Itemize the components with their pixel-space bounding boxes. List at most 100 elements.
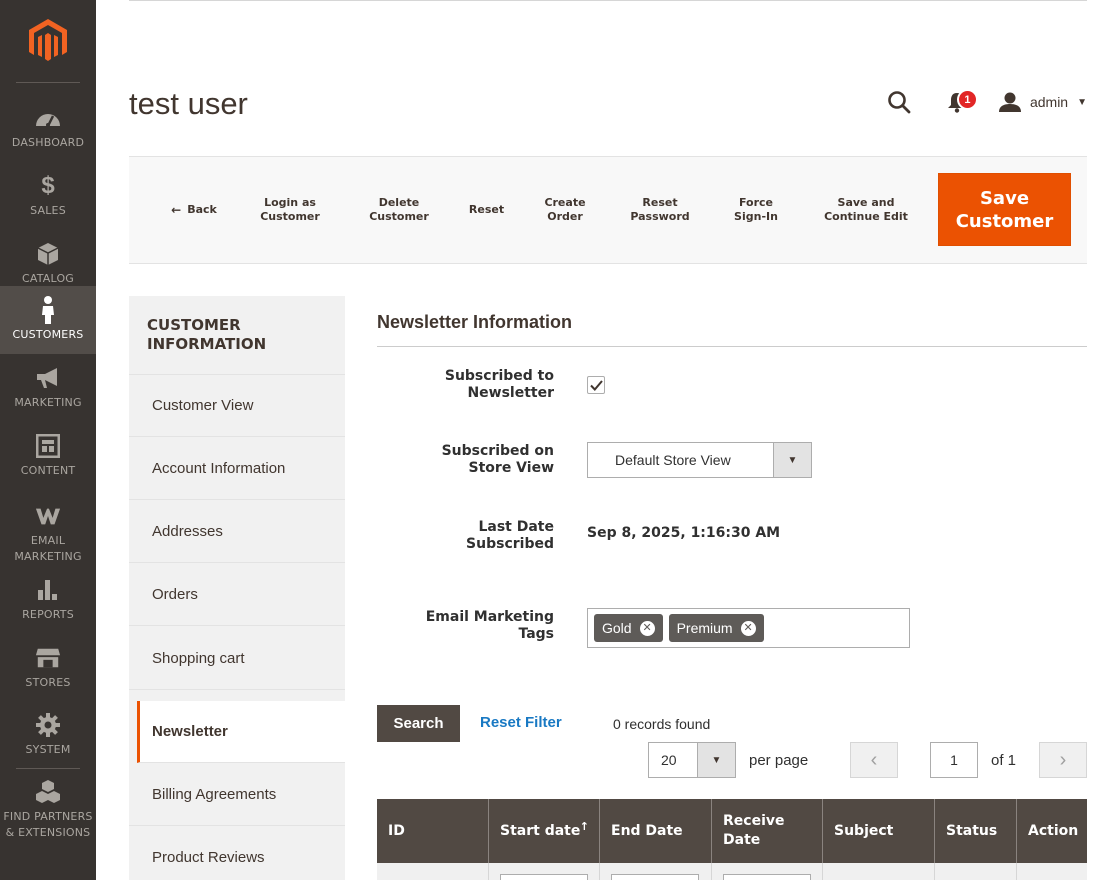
global-search-button[interactable]: [883, 86, 915, 118]
menu-item-customers[interactable]: CUSTOMERS: [0, 286, 96, 354]
cubes-icon: [35, 779, 61, 805]
tab-orders[interactable]: Orders: [129, 564, 345, 626]
last-date-label: Last Date Subscribed: [466, 519, 554, 552]
section-title: Newsletter Information: [377, 312, 573, 332]
arrow-left-icon: ←: [171, 203, 182, 217]
menu-item-find-partners[interactable]: FIND PARTNERS & EXTENSIONS: [0, 776, 96, 844]
filter-cell: [823, 863, 935, 880]
notifications-button[interactable]: 1: [941, 86, 978, 118]
tab-customer-view[interactable]: Customer View: [129, 375, 345, 437]
per-page-label: per page: [749, 752, 809, 769]
tab-billing-agreements[interactable]: Billing Agreements: [129, 764, 345, 826]
menu-item-label: REPORTS: [22, 608, 74, 621]
tab-newsletter[interactable]: Newsletter: [137, 701, 345, 763]
receive-date-filter-input[interactable]: [723, 874, 811, 880]
menu-item-marketing[interactable]: MARKETING: [0, 354, 96, 422]
previous-page-button[interactable]: ‹: [850, 742, 898, 778]
customer-info-tabs: CUSTOMER INFORMATION Customer View Accou…: [129, 296, 345, 880]
menu-item-content[interactable]: CONTENT: [0, 422, 96, 490]
login-as-customer-button[interactable]: Login as Customer: [244, 157, 336, 263]
filter-cell: [489, 863, 600, 880]
subscribed-checkbox[interactable]: [587, 376, 605, 394]
store-icon: [35, 645, 61, 671]
chevron-down-icon: ▼: [773, 443, 811, 477]
grid-filter-row: [377, 863, 1087, 880]
chevron-down-icon: ▼: [697, 743, 735, 777]
tab-addresses[interactable]: Addresses: [129, 501, 345, 563]
filter-cell: [600, 863, 712, 880]
column-header-end-date[interactable]: End Date: [600, 799, 712, 863]
reset-password-button[interactable]: Reset Password: [619, 157, 701, 263]
column-header-receive-date[interactable]: Receive Date: [712, 799, 823, 863]
create-order-button[interactable]: Create Order: [532, 157, 598, 263]
chevron-left-icon: ‹: [870, 748, 878, 771]
dashboard-icon: [35, 105, 61, 131]
admin-user-menu[interactable]: admin ▼: [998, 92, 1087, 112]
bar-chart-icon: [35, 577, 61, 603]
start-date-filter-input[interactable]: [500, 874, 588, 880]
column-header-id[interactable]: ID: [377, 799, 489, 863]
end-date-filter-input[interactable]: [611, 874, 699, 880]
menu-item-stores[interactable]: STORES: [0, 634, 96, 702]
filter-cell: [935, 863, 1017, 880]
tab-product-reviews[interactable]: Product Reviews: [129, 827, 345, 880]
force-sign-in-button[interactable]: Force Sign-In: [721, 157, 791, 263]
gear-icon: [35, 712, 61, 738]
menu-item-reports[interactable]: REPORTS: [0, 566, 96, 634]
tab-account-information[interactable]: Account Information: [129, 438, 345, 500]
menu-item-label: CUSTOMERS: [12, 328, 84, 341]
admin-user-name: admin: [1029, 94, 1069, 110]
menu-divider: [16, 768, 80, 769]
tag-chip: Gold ✕: [594, 614, 663, 642]
menu-item-label: CATALOG: [21, 272, 75, 285]
person-icon: [35, 296, 61, 324]
remove-tag-icon[interactable]: ✕: [740, 620, 756, 636]
remove-tag-icon[interactable]: ✕: [639, 620, 655, 636]
box-icon: [35, 241, 61, 267]
section-divider: [377, 346, 1087, 347]
menu-item-label: SALES: [30, 204, 66, 217]
email-marketing-icon: [35, 503, 61, 529]
store-view-value: Default Store View: [615, 452, 731, 468]
reset-filter-link[interactable]: Reset Filter: [480, 714, 562, 731]
tags-label: Email Marketing Tags: [425, 609, 554, 642]
delete-customer-button[interactable]: Delete Customer: [354, 157, 444, 263]
next-page-button[interactable]: ›: [1039, 742, 1087, 778]
column-header-label: Start date: [500, 822, 581, 839]
tabs-title: CUSTOMER INFORMATION: [147, 316, 267, 353]
magento-logo-icon: [29, 19, 67, 61]
per-page-select[interactable]: 20 ▼: [648, 742, 736, 778]
menu-item-label: SYSTEM: [25, 743, 71, 756]
layout-icon: [35, 433, 61, 459]
menu-item-label: STORES: [25, 676, 71, 689]
grid-header-row: ID Start date ↑ End Date Receive Date Su…: [377, 799, 1087, 863]
save-customer-button[interactable]: Save Customer: [938, 173, 1071, 246]
notifications-count-badge: 1: [956, 89, 978, 110]
chevron-down-icon: ▼: [1077, 96, 1087, 108]
menu-item-email-marketing[interactable]: EMAIL MARKETING: [0, 500, 96, 568]
back-button[interactable]: ← Back: [159, 157, 229, 263]
header-actions: 1 admin ▼: [883, 86, 1087, 118]
store-view-select[interactable]: Default Store View ▼: [587, 442, 812, 478]
save-and-continue-button[interactable]: Save and Continue Edit: [811, 157, 921, 263]
menu-item-dashboard[interactable]: DASHBOARD: [0, 94, 96, 162]
page-number-input[interactable]: 1: [930, 742, 978, 778]
subscribed-label: Subscribed to Newsletter: [444, 368, 554, 401]
column-header-start-date[interactable]: Start date ↑: [489, 799, 600, 863]
checkmark-icon: [589, 379, 603, 391]
user-icon: [998, 92, 1021, 112]
back-label: Back: [187, 203, 217, 216]
store-view-label: Subscribed on Store View: [441, 443, 554, 476]
last-date-value: Sep 8, 2025, 1:16:30 AM: [587, 525, 781, 541]
menu-item-system[interactable]: SYSTEM: [0, 701, 96, 769]
reset-button[interactable]: Reset: [459, 157, 514, 263]
column-header-subject[interactable]: Subject: [823, 799, 935, 863]
tag-label: Premium: [676, 620, 733, 636]
column-header-status[interactable]: Status: [935, 799, 1017, 863]
magento-logo[interactable]: [0, 0, 96, 82]
tags-input[interactable]: Gold ✕ Premium ✕: [587, 608, 910, 648]
records-found: 0 records found: [613, 716, 711, 732]
menu-item-sales[interactable]: $ SALES: [0, 162, 96, 230]
tab-shopping-cart[interactable]: Shopping cart: [129, 628, 345, 690]
grid-search-button[interactable]: Search: [377, 705, 460, 742]
